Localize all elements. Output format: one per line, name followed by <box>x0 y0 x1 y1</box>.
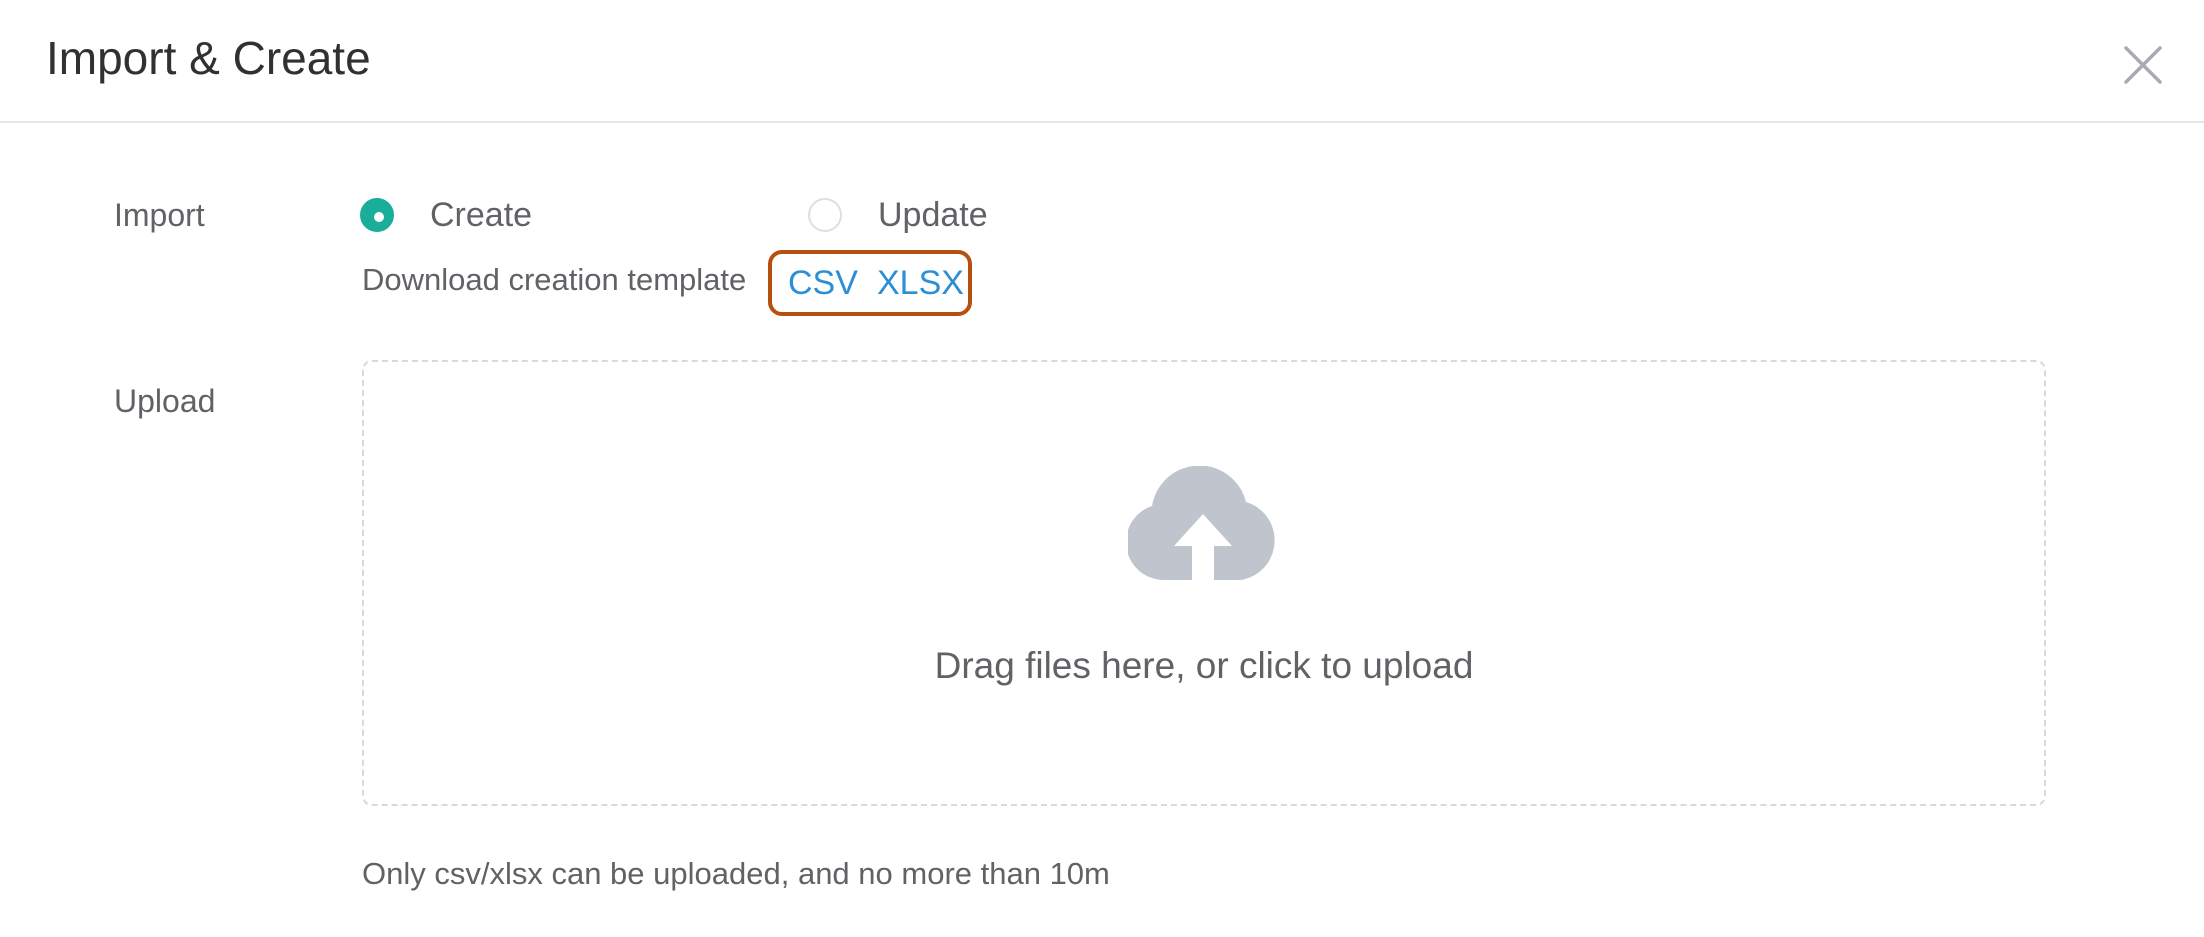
radio-update-label[interactable]: Update <box>878 194 988 236</box>
download-template-text: Download creation template <box>362 262 747 297</box>
import-create-dialog: Import & Create Import Create Update Dow… <box>0 0 2204 937</box>
dialog-header: Import & Create <box>0 0 2204 123</box>
dialog-title: Import & Create <box>46 32 371 84</box>
download-xlsx-link[interactable]: XLSX <box>877 262 964 304</box>
radio-create[interactable]: Create <box>360 194 532 236</box>
close-icon[interactable] <box>2118 40 2168 90</box>
upload-label: Upload <box>114 383 216 419</box>
radio-create-circle[interactable] <box>360 198 394 232</box>
upload-tip: Only csv/xlsx can be uploaded, and no mo… <box>362 856 1110 891</box>
radio-update[interactable]: Update <box>808 194 988 236</box>
download-csv-link[interactable]: CSV <box>788 262 858 304</box>
radio-update-circle[interactable] <box>808 198 842 232</box>
import-label: Import <box>114 197 205 233</box>
upload-drop-text: Drag files here, or click to upload <box>934 645 1474 686</box>
radio-create-label[interactable]: Create <box>430 194 532 236</box>
cloud-upload-icon <box>1128 466 1278 580</box>
upload-dropzone[interactable] <box>362 360 2046 806</box>
